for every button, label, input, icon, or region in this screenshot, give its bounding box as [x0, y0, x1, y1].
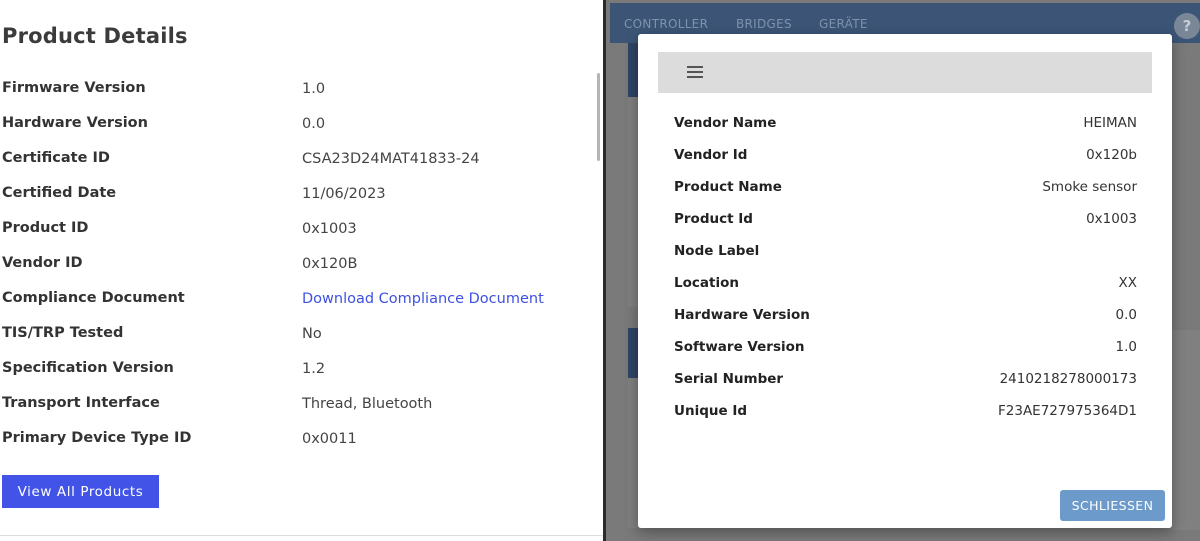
detail-label: Certificate ID [2, 150, 110, 166]
app-window: CONTROLLER BRIDGES GERÄTE ? Vendor Name … [606, 0, 1200, 541]
detail-label: Primary Device Type ID [2, 430, 192, 446]
dialog-label: Hardware Version [674, 307, 810, 323]
dialog-value: 0.0 [1115, 307, 1137, 323]
help-icon[interactable]: ? [1174, 13, 1200, 39]
detail-value: CSA23D24MAT41833-24 [302, 151, 480, 167]
detail-label: Compliance Document [2, 290, 185, 306]
scrollbar-thumb[interactable] [597, 73, 600, 161]
detail-label: Hardware Version [2, 115, 148, 131]
dialog-row-product-id: Product Id 0x1003 [674, 211, 1137, 235]
detail-label: Vendor ID [2, 255, 83, 271]
device-info-dialog: Vendor Name HEIMAN Vendor Id 0x120b Prod… [638, 34, 1172, 528]
dialog-label: Vendor Id [674, 147, 748, 163]
dialog-label: Product Name [674, 179, 782, 195]
detail-value: 0.0 [302, 116, 326, 132]
detail-row-certified-date: Certified Date 11/06/2023 [0, 185, 600, 220]
tab-controller[interactable]: CONTROLLER [624, 17, 708, 31]
dialog-toolbar [658, 52, 1152, 93]
product-details-panel: Product Details Firmware Version 1.0 Har… [0, 0, 603, 541]
close-button[interactable]: SCHLIESSEN [1060, 490, 1165, 521]
dialog-row-location: Location XX [674, 275, 1137, 299]
detail-label: Product ID [2, 220, 89, 236]
dialog-row-node-label: Node Label [674, 243, 1137, 267]
detail-label: Transport Interface [2, 395, 160, 411]
detail-label: Certified Date [2, 185, 117, 201]
dialog-value: 1.0 [1115, 339, 1137, 355]
dialog-row-serial-number: Serial Number 2410218278000173 [674, 371, 1137, 395]
detail-row-specification-version: Specification Version 1.2 [0, 360, 600, 395]
menu-icon[interactable] [687, 66, 703, 78]
dialog-value: 2410218278000173 [999, 371, 1137, 387]
background-card [1172, 330, 1200, 530]
dialog-value: 0x120b [1086, 147, 1137, 163]
detail-row-certificate-id: Certificate ID CSA23D24MAT41833-24 [0, 150, 600, 185]
tab-geraete[interactable]: GERÄTE [819, 17, 868, 31]
dialog-value: Smoke sensor [1042, 179, 1137, 195]
detail-row-compliance-document: Compliance Document Download Compliance … [0, 290, 600, 325]
dialog-label: Unique Id [674, 403, 748, 419]
dialog-label: Node Label [674, 243, 760, 259]
dialog-value: 0x1003 [1086, 211, 1137, 227]
dialog-row-software-version: Software Version 1.0 [674, 339, 1137, 363]
detail-label: Firmware Version [2, 80, 146, 96]
dialog-label: Location [674, 275, 739, 291]
detail-value: No [302, 326, 322, 342]
dialog-label: Vendor Name [674, 115, 777, 131]
dialog-row-unique-id: Unique Id F23AE727975364D1 [674, 403, 1137, 427]
detail-row-product-id: Product ID 0x1003 [0, 220, 600, 255]
detail-value: Thread, Bluetooth [302, 396, 433, 412]
detail-value: 0x1003 [302, 221, 357, 237]
detail-row-vendor-id: Vendor ID 0x120B [0, 255, 600, 290]
dialog-row-vendor-id: Vendor Id 0x120b [674, 147, 1137, 171]
page-title: Product Details [2, 24, 188, 48]
dialog-value: F23AE727975364D1 [998, 403, 1137, 419]
detail-label: Specification Version [2, 360, 174, 376]
tab-bridges[interactable]: BRIDGES [736, 17, 792, 31]
detail-value: 1.2 [302, 361, 326, 377]
detail-row-primary-device-type-id: Primary Device Type ID 0x0011 [0, 430, 600, 465]
dialog-label: Serial Number [674, 371, 784, 387]
detail-row-transport-interface: Transport Interface Thread, Bluetooth [0, 395, 600, 430]
dialog-label: Software Version [674, 339, 805, 355]
detail-value: 0x0011 [302, 431, 357, 447]
dialog-value: XX [1118, 275, 1138, 291]
download-compliance-link[interactable]: Download Compliance Document [302, 291, 544, 307]
dialog-row-hardware-version: Hardware Version 0.0 [674, 307, 1137, 331]
dialog-row-vendor-name: Vendor Name HEIMAN [674, 115, 1137, 139]
detail-row-hardware-version: Hardware Version 0.0 [0, 115, 600, 150]
detail-value: 0x120B [302, 256, 358, 272]
view-all-products-button[interactable]: View All Products [2, 475, 159, 508]
divider-line [0, 535, 603, 536]
detail-value: 1.0 [302, 81, 326, 97]
dialog-label: Product Id [674, 211, 753, 227]
detail-row-tis-trp-tested: TIS/TRP Tested No [0, 325, 600, 360]
detail-label: TIS/TRP Tested [2, 325, 124, 341]
dialog-row-product-name: Product Name Smoke sensor [674, 179, 1137, 203]
detail-row-firmware-version: Firmware Version 1.0 [0, 80, 600, 115]
dialog-value: HEIMAN [1083, 115, 1137, 131]
detail-value: 11/06/2023 [302, 186, 386, 202]
